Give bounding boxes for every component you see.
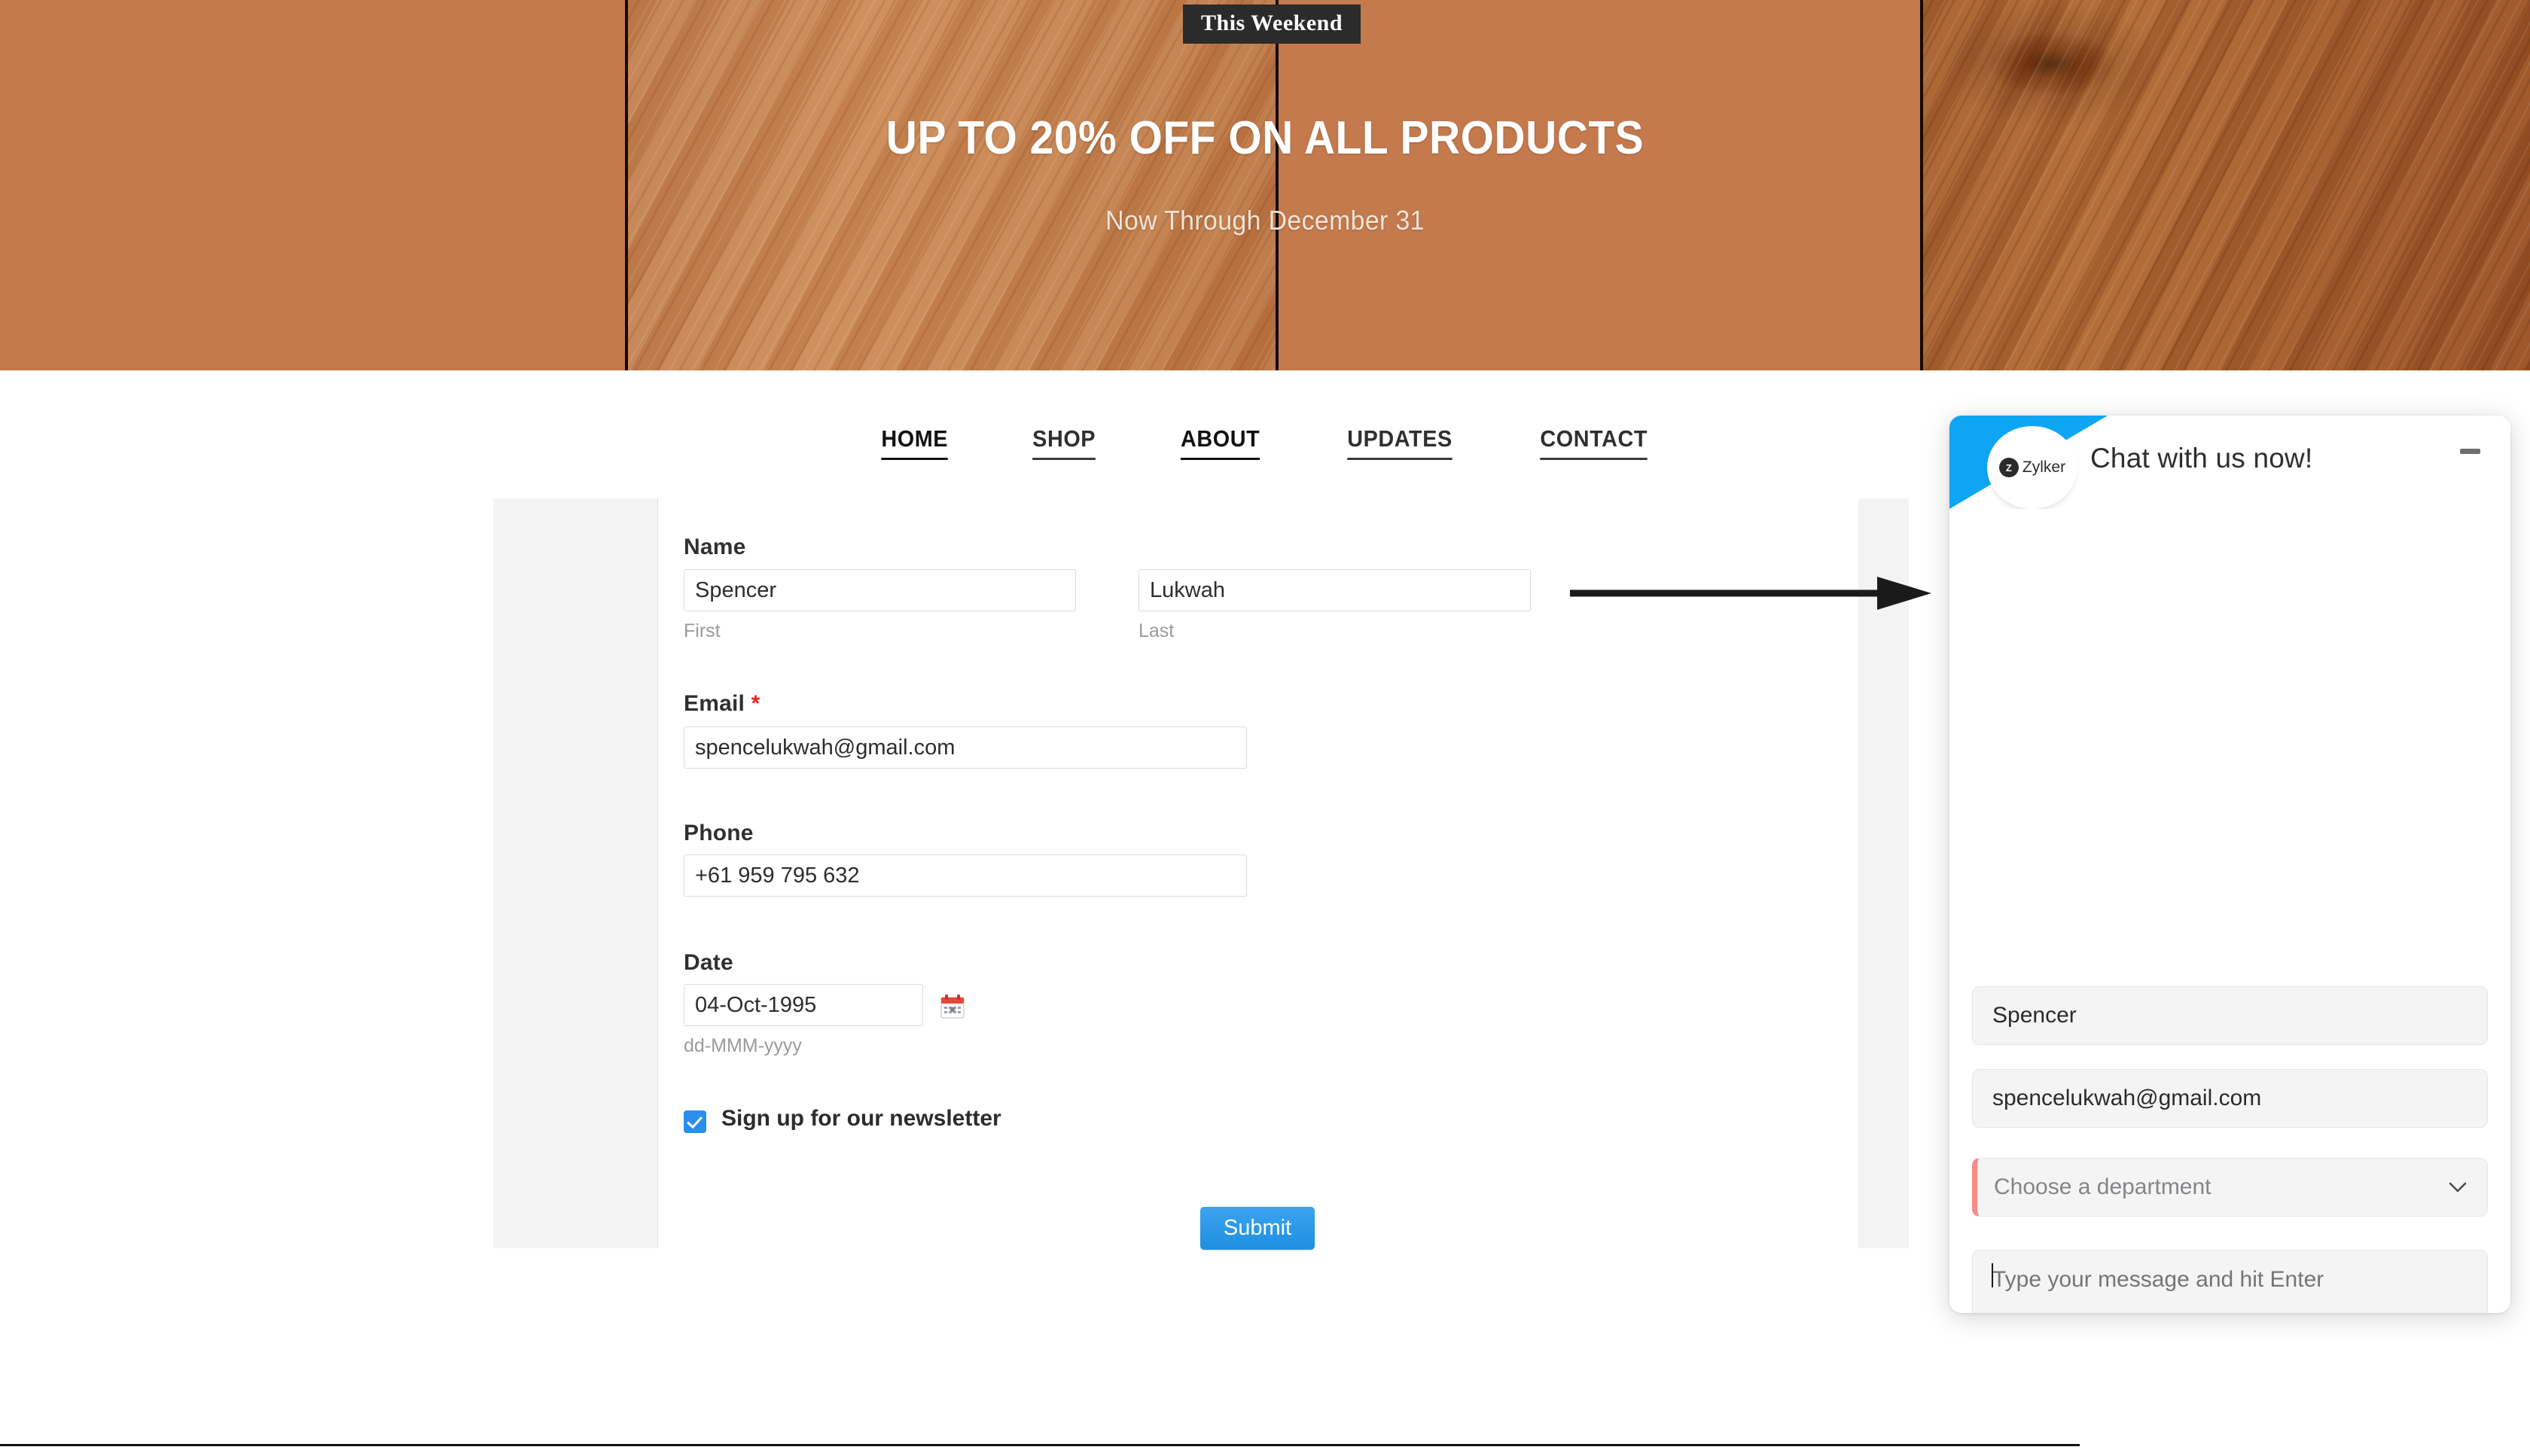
last-name-sublabel: Last	[1138, 620, 1175, 641]
email-required-asterisk: *	[751, 691, 761, 716]
hero-banner	[0, 0, 2530, 370]
page-bottom-divider	[0, 1444, 2080, 1446]
phone-input[interactable]	[684, 854, 1247, 897]
nav-item-updates[interactable]: UPDATES	[1346, 425, 1452, 460]
date-input[interactable]	[684, 984, 923, 1026]
zylker-logo-icon: Z	[1998, 458, 2019, 477]
text-cursor	[1992, 1263, 1993, 1287]
nav-item-home[interactable]: HOME	[881, 425, 948, 460]
date-format-hint: dd-MMM-yyyy	[684, 1035, 802, 1056]
live-chat-widget: Z Zylker Chat with us now! Choose a depa…	[1949, 416, 2510, 1313]
first-name-sublabel: First	[684, 620, 721, 641]
minimize-icon[interactable]	[2460, 449, 2480, 454]
chat-header: Z Zylker Chat with us now!	[1949, 416, 2510, 509]
hero-badge: This Weekend	[1183, 5, 1361, 44]
wood-plank-2	[628, 0, 1279, 370]
wood-plank-3	[1279, 0, 1923, 370]
phone-label: Phone	[684, 821, 754, 845]
chat-department-placeholder: Choose a department	[1994, 1174, 2211, 1199]
chat-name-input[interactable]	[1972, 986, 2488, 1045]
nav-item-contact[interactable]: CONTACT	[1540, 425, 1648, 460]
arrow-right-icon	[1570, 574, 1931, 613]
submit-button[interactable]: Submit	[1200, 1207, 1315, 1250]
avatar: Z Zylker	[1987, 426, 2077, 509]
calendar-icon[interactable]	[940, 994, 965, 1019]
email-label: Email *	[684, 691, 760, 717]
chat-email-input[interactable]	[1972, 1069, 2488, 1128]
page-root: This Weekend UP TO 20% OFF ON ALL PRODUC…	[0, 0, 2530, 1456]
last-name-input[interactable]	[1138, 569, 1531, 611]
email-input[interactable]	[684, 726, 1247, 769]
chat-title: Chat with us now!	[2090, 443, 2313, 474]
chevron-down-icon	[2449, 1182, 2467, 1193]
chat-department-select[interactable]: Choose a department	[1972, 1158, 2488, 1217]
chat-message-textarea[interactable]	[1972, 1250, 2488, 1313]
newsletter-checkbox[interactable]	[684, 1110, 706, 1133]
email-label-text: Email	[684, 691, 745, 716]
wood-plank-1	[0, 0, 628, 370]
nav-item-shop[interactable]: SHOP	[1032, 425, 1096, 460]
wood-plank-4	[1923, 0, 2530, 370]
nav-item-about[interactable]: ABOUT	[1181, 425, 1260, 460]
date-label: Date	[684, 950, 733, 975]
hero-title: UP TO 20% OFF ON ALL PRODUCTS	[886, 112, 1644, 164]
newsletter-label[interactable]: Sign up for our newsletter	[721, 1106, 1001, 1132]
hero-subtitle: Now Through December 31	[1105, 205, 1425, 236]
name-label: Name	[684, 535, 746, 559]
brand-name: Zylker	[2022, 458, 2066, 476]
first-name-input[interactable]	[684, 569, 1076, 611]
